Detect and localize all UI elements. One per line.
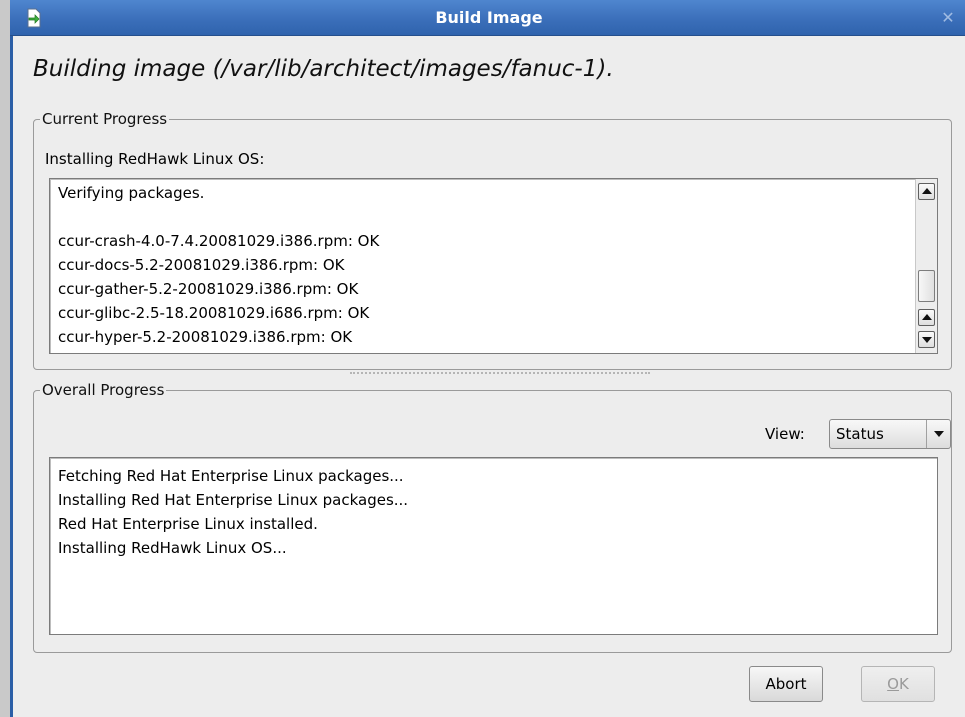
- package-log-textbox[interactable]: Verifying packages. ccur-crash-4.0-7.4.2…: [49, 178, 938, 354]
- current-task-label: Installing RedHawk Linux OS:: [45, 150, 265, 168]
- status-line: Installing Red Hat Enterprise Linux pack…: [58, 491, 409, 509]
- status-line: Installing RedHawk Linux OS...: [58, 539, 287, 557]
- status-textbox[interactable]: Fetching Red Hat Enterprise Linux packag…: [49, 457, 938, 635]
- log-line: Verifying packages.: [58, 184, 205, 202]
- ok-button[interactable]: OK: [861, 666, 935, 702]
- scroll-down-arrow-icon[interactable]: [918, 331, 935, 348]
- status-line: Fetching Red Hat Enterprise Linux packag…: [58, 467, 404, 485]
- abort-button[interactable]: Abort: [749, 666, 823, 702]
- view-dropdown[interactable]: Status: [829, 419, 951, 449]
- scroll-up-arrow-icon[interactable]: [918, 309, 935, 326]
- pane-resize-grip[interactable]: [350, 372, 650, 374]
- overall-progress-legend: Overall Progress: [42, 381, 165, 399]
- scroll-up-arrow-icon[interactable]: [918, 183, 935, 200]
- view-label: View:: [765, 425, 805, 443]
- log-line: ccur-gather-5.2-20081029.i386.rpm: OK: [58, 280, 359, 298]
- log-line: ccur-hyper-5.2-20081029.i386.rpm: OK: [58, 328, 353, 346]
- log-line: ccur-glibc-2.5-18.20081029.i686.rpm: OK: [58, 304, 370, 322]
- log-scrollbar[interactable]: [915, 179, 937, 353]
- build-image-window: Build Image ✕ Building image (/var/lib/a…: [10, 0, 965, 717]
- title-bar[interactable]: Build Image ✕: [10, 0, 965, 36]
- chevron-down-icon[interactable]: [926, 420, 950, 448]
- log-line: ccur-docs-5.2-20081029.i386.rpm: OK: [58, 256, 345, 274]
- close-icon[interactable]: ✕: [936, 6, 960, 30]
- page-title: Building image (/var/lib/architect/image…: [33, 56, 614, 82]
- ok-label-rest: K: [898, 675, 909, 693]
- status-line: Red Hat Enterprise Linux installed.: [58, 515, 318, 533]
- scrollbar-thumb[interactable]: [918, 270, 935, 302]
- view-selected-value: Status: [836, 425, 884, 443]
- current-progress-legend: Current Progress: [42, 110, 168, 128]
- ok-mnemonic: O: [887, 675, 899, 693]
- window-title: Build Image: [435, 8, 543, 27]
- log-line: ccur-crash-4.0-7.4.20081029.i386.rpm: OK: [58, 232, 380, 250]
